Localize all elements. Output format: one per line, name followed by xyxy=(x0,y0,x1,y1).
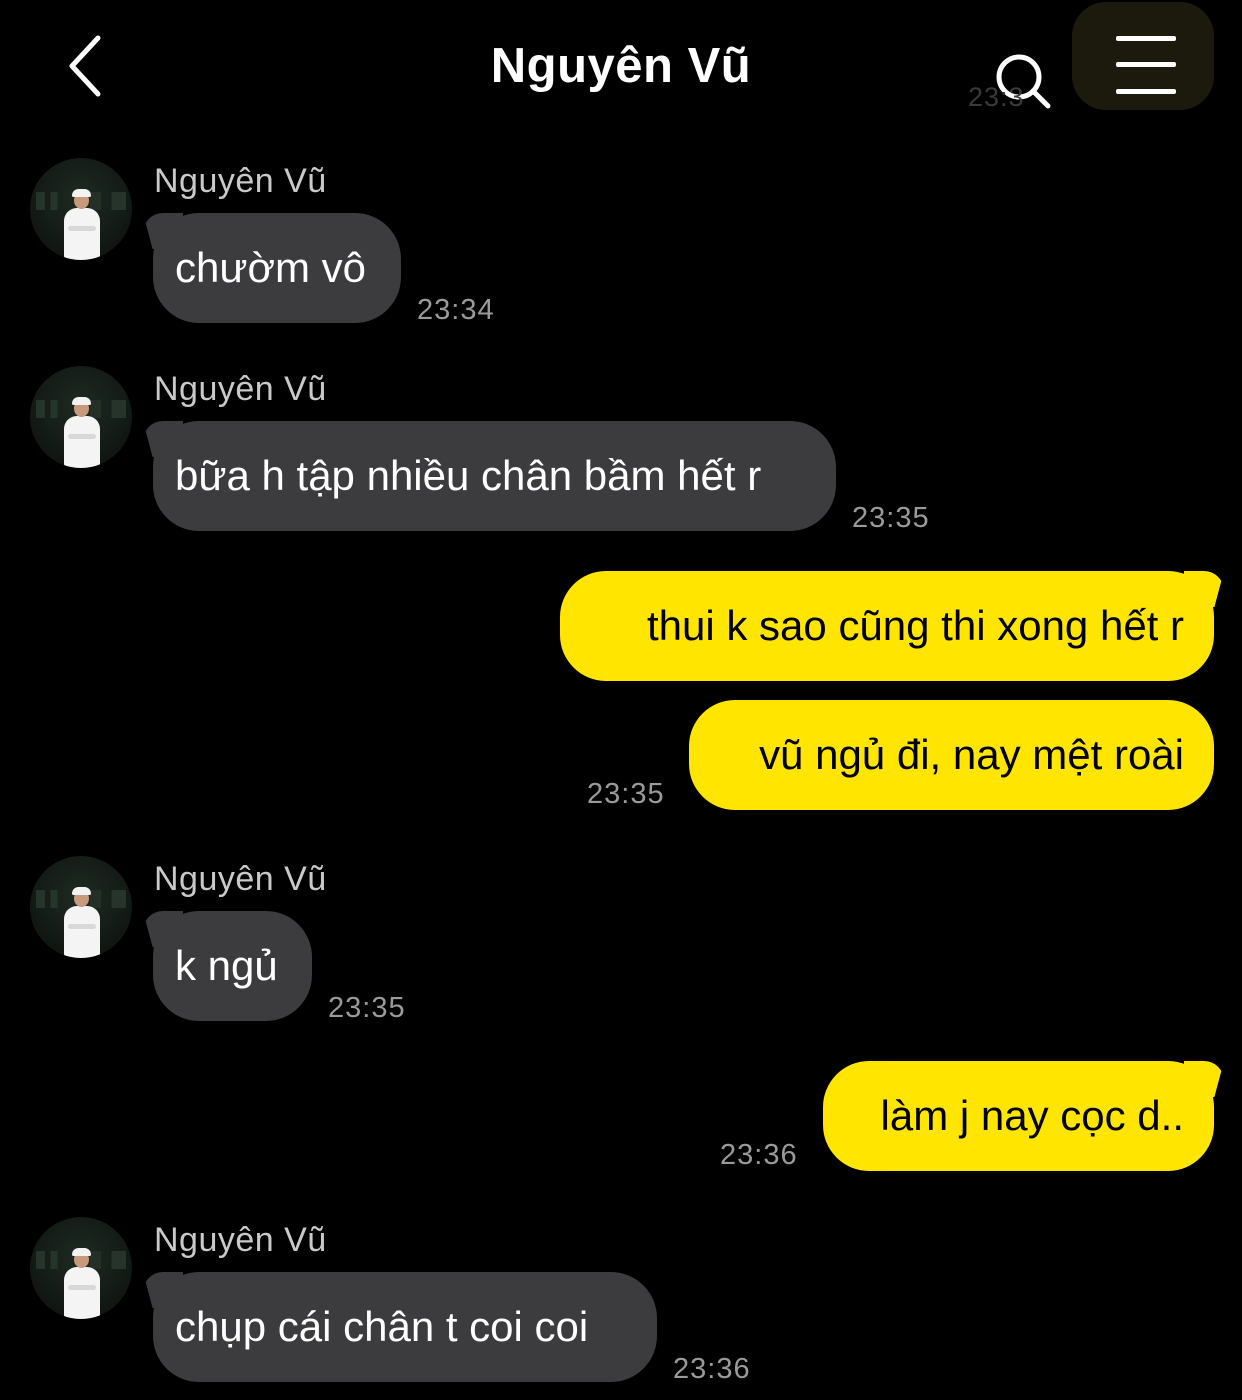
message-bubble-outgoing[interactable]: vũ ngủ đi, nay mệt roài xyxy=(689,700,1214,810)
message-timestamp: 23:35 xyxy=(852,502,930,534)
sender-name: Nguyên Vũ xyxy=(154,860,327,898)
avatar[interactable] xyxy=(30,158,132,260)
message-bubble-incoming[interactable]: chụp cái chân t coi coi xyxy=(153,1272,657,1382)
avatar[interactable] xyxy=(30,856,132,958)
sender-name: Nguyên Vũ xyxy=(154,1221,327,1259)
message-timestamp: 23:35 xyxy=(587,778,665,810)
message-bubble-outgoing[interactable]: thui k sao cũng thi xong hết r xyxy=(560,571,1214,681)
message-timestamp: 23:36 xyxy=(720,1139,798,1171)
sender-name: Nguyên Vũ xyxy=(154,162,327,200)
avatar[interactable] xyxy=(30,366,132,468)
message-bubble-incoming[interactable]: chườm vô xyxy=(153,213,401,323)
message-bubble-incoming[interactable]: k ngủ xyxy=(153,911,312,1021)
message-timestamp: 23:34 xyxy=(417,294,495,326)
message-bubble-incoming[interactable]: bữa h tập nhiều chân bầm hết r xyxy=(153,421,836,531)
avatar[interactable] xyxy=(30,1217,132,1319)
ghost-timestamp: 23:3 xyxy=(968,82,1025,112)
message-timestamp: 23:35 xyxy=(328,992,406,1024)
message-bubble-outgoing[interactable]: làm j nay cọc d.. xyxy=(823,1061,1214,1171)
chat-header: Nguyên Vũ 23:3 xyxy=(0,0,1242,130)
menu-button[interactable] xyxy=(1072,2,1214,110)
message-timestamp: 23:36 xyxy=(673,1353,751,1385)
sender-name: Nguyên Vũ xyxy=(154,370,327,408)
chat-title: Nguyên Vũ xyxy=(490,39,752,93)
